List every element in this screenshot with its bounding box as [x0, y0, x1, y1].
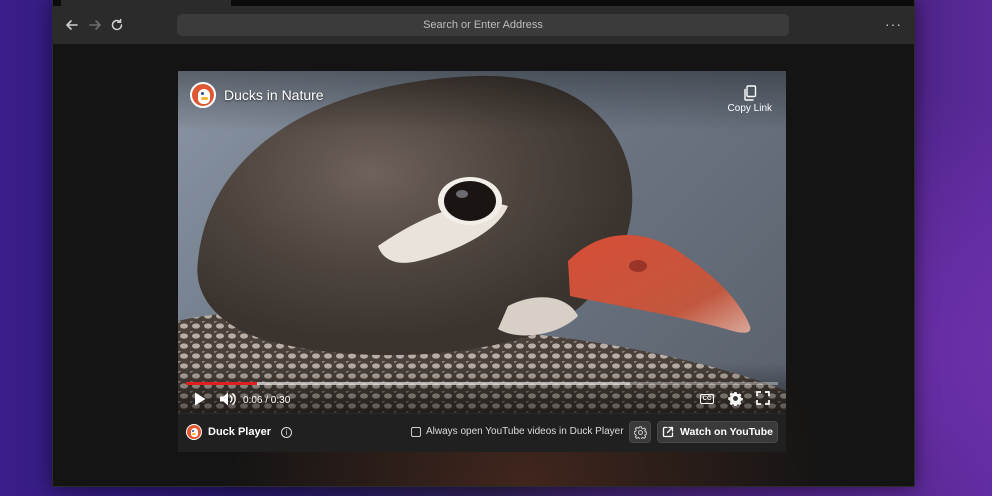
external-link-icon — [662, 426, 674, 438]
info-icon[interactable]: i — [280, 426, 292, 438]
duck-player-bar: Duck Player i Always open YouTube videos… — [178, 413, 786, 452]
duck-player-name: Duck Player — [208, 426, 271, 438]
video-title-bar: Ducks in Nature — [190, 82, 324, 108]
video-settings-button[interactable] — [728, 391, 743, 406]
duckduckgo-logo-icon — [190, 82, 216, 108]
duck-player-settings-button[interactable] — [629, 421, 651, 443]
volume-button[interactable] — [219, 391, 237, 407]
back-icon — [66, 20, 78, 30]
always-open-label: Always open YouTube videos in Duck Playe… — [426, 426, 624, 437]
duck-player-brand: Duck Player i — [186, 424, 292, 440]
page-content: Ducks in Nature Copy Link 0:06 / 0:30 CC… — [53, 44, 914, 486]
cc-icon: CC — [702, 396, 712, 402]
duckduckgo-logo-icon — [186, 424, 202, 440]
play-icon — [195, 392, 206, 406]
address-bar[interactable] — [177, 13, 789, 37]
back-button[interactable] — [63, 16, 81, 34]
video-player[interactable]: Ducks in Nature Copy Link 0:06 / 0:30 CC — [178, 71, 786, 413]
browser-toolbar: ··· — [53, 6, 914, 44]
reload-button[interactable] — [108, 16, 126, 34]
copy-icon — [744, 85, 756, 101]
copy-link-label: Copy Link — [727, 103, 772, 114]
video-progress-bar[interactable] — [186, 382, 778, 385]
video-title: Ducks in Nature — [224, 87, 324, 103]
settings-gear-icon — [728, 391, 743, 406]
volume-icon — [220, 392, 236, 406]
play-button[interactable] — [193, 391, 207, 407]
always-open-checkbox[interactable] — [411, 426, 421, 437]
watch-on-youtube-label: Watch on YouTube — [680, 426, 773, 438]
forward-icon — [89, 20, 101, 30]
reload-icon — [111, 18, 123, 31]
forward-button[interactable] — [86, 16, 104, 34]
address-input[interactable] — [177, 13, 789, 37]
browser-window: ··· — [52, 0, 915, 487]
video-controls: 0:06 / 0:30 CC — [178, 389, 786, 411]
watch-on-youtube-button[interactable]: Watch on YouTube — [657, 421, 778, 443]
video-time-display: 0:06 / 0:30 — [243, 395, 291, 406]
fullscreen-icon — [756, 391, 770, 405]
cc-button[interactable]: CC — [700, 394, 714, 404]
copy-link-button[interactable]: Copy Link — [728, 85, 772, 114]
video-progress-fill — [186, 382, 257, 385]
more-menu-icon: ··· — [885, 16, 902, 32]
always-open-checkbox-row[interactable]: Always open YouTube videos in Duck Playe… — [411, 426, 624, 437]
fullscreen-button[interactable] — [756, 391, 770, 405]
more-menu-button[interactable]: ··· — [885, 16, 902, 32]
settings-gear-icon — [633, 425, 647, 439]
